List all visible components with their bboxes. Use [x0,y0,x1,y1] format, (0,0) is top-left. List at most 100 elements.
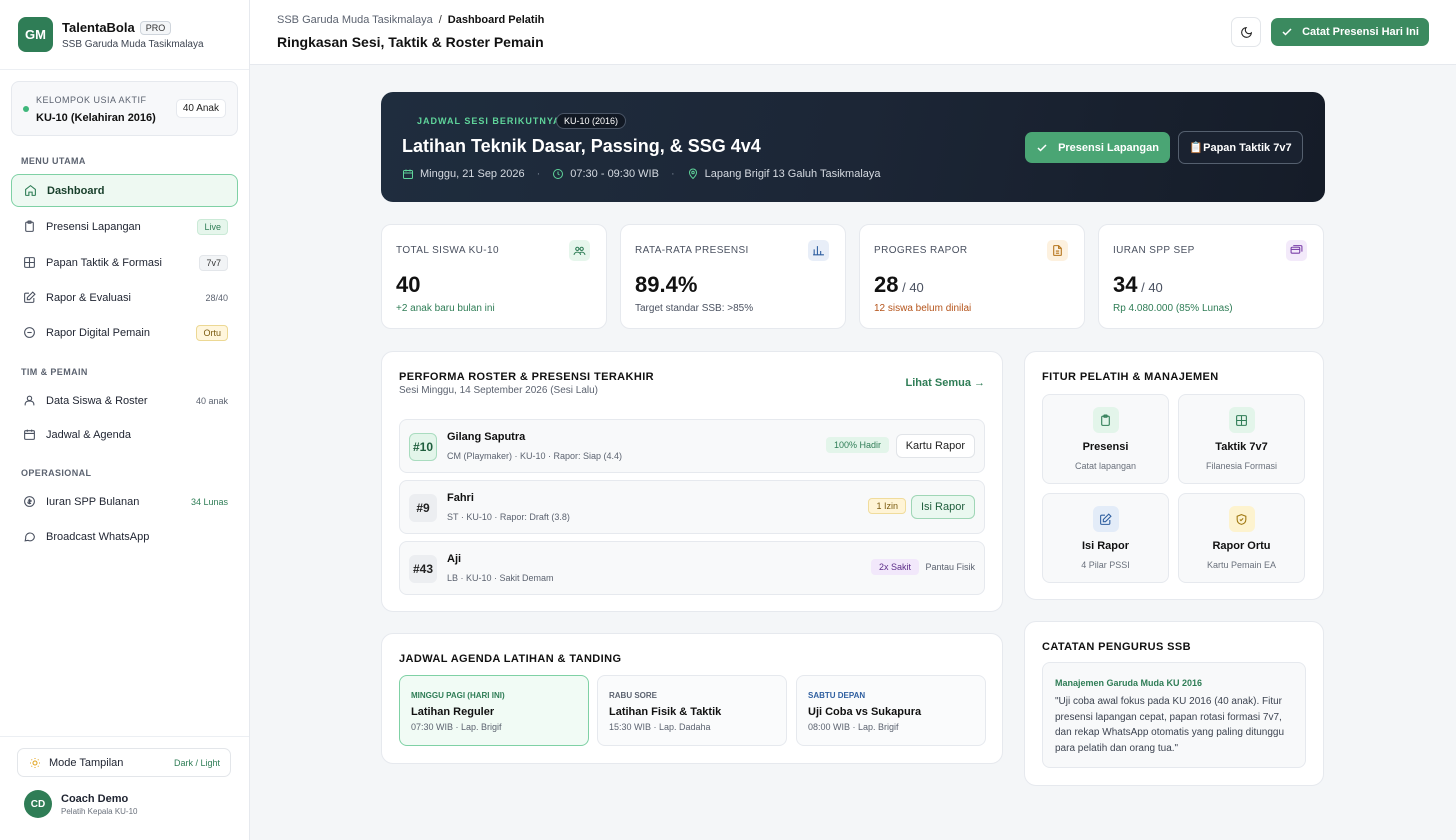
sidebar-item-iuran[interactable]: Iuran SPP Bulanan 34 Lunas [11,486,238,517]
record-attendance-label: Catat Presensi Hari Ini [1302,26,1419,38]
stat-subtext: Rp 4.080.000 (85% Lunas) [1113,303,1233,314]
sidebar-item-roster[interactable]: Data Siswa & Roster 40 anak [11,385,238,416]
note-text: "Uji coba awal fokus pada KU 2016 (40 an… [1055,696,1285,754]
sidebar-item-jadwal[interactable]: Jadwal & Agenda [11,419,238,450]
stat-card-report-progress: PROGRES RAPOR 28 / 40 12 siswa belum din… [859,224,1085,329]
sidebar-item-label: Broadcast WhatsApp [46,530,150,543]
pro-badge: PRO [139,20,172,35]
feature-tile-rapor-ortu[interactable]: Rapor Ortu Kartu Pemain EA [1178,493,1305,583]
brand-name: TalentaBola [62,19,135,35]
feature-title: Taktik 7v7 [1215,441,1268,453]
tactics-board-label: 📋Papan Taktik 7v7 [1189,142,1292,154]
card-icon [1286,240,1307,261]
sidebar-item-label: Jadwal & Agenda [46,428,132,441]
edit-icon [22,291,36,304]
sidebar-item-presensi[interactable]: Presensi Lapangan Live [11,211,238,242]
stat-value: 89.4% [635,272,698,297]
fill-report-button[interactable]: Isi Rapor [910,495,975,519]
agenda-card: JADWAL AGENDA LATIHAN & TANDING MINGGU P… [381,633,1003,764]
age-group-tag: KU-10 (2016) [556,113,627,129]
home-icon [23,184,37,197]
agenda-meta: 08:00 WIB · Lap. Brigif [808,722,899,732]
agenda-when: SABTU DEPAN [808,691,866,700]
feature-subtitle: Catat lapangan [1074,461,1137,471]
sidebar-item-rapor-digital[interactable]: Rapor Digital Pemain Ortu [11,317,238,348]
table-row[interactable]: #10 Gilang Saputra CM (Playmaker) · KU-1… [399,419,985,473]
sidebar-item-label: Papan Taktik & Formasi [46,256,162,269]
roster-count-badge: 40 anak [195,395,228,406]
user-role: Pelatih Kepala KU-10 [61,807,138,816]
stat-label: PROGRES RAPOR [874,245,968,256]
sidebar: GM TalentaBola PRO SSB Garuda Muda Tasikm… [0,0,250,840]
monitor-physical-link[interactable]: Pantau Fisik [925,562,975,572]
agenda-item[interactable]: RABU SORE Latihan Fisik & Taktik 15:30 W… [597,675,787,746]
clock-icon [552,168,564,180]
features-card: FITUR PELATIH & MANAJEMEN Presensi Catat… [1024,351,1324,600]
age-group-selector[interactable]: KELOMPOK USIA AKTIF KU-10 (Kelahiran 201… [11,81,238,136]
player-name: Aji [447,553,462,565]
see-all-link[interactable]: Lihat Semua → [906,377,985,389]
feature-tile-isi-rapor[interactable]: Isi Rapor 4 Pilar PSSI [1042,493,1169,583]
player-detail: CM (Playmaker) · KU-10 · Rapor: Siap (4.… [447,451,623,461]
stat-label: IURAN SPP SEP [1113,245,1195,256]
chat-icon [22,530,36,543]
breadcrumb-separator: / [438,14,442,26]
users-icon [22,394,36,407]
avatar[interactable]: CD [24,790,52,818]
player-detail: LB · KU-10 · Sakit Demam [447,573,554,583]
check-icon [1036,142,1048,154]
sidebar-item-rapor[interactable]: Rapor & Evaluasi 28/40 [11,282,238,313]
agenda-title: JADWAL AGENDA LATIHAN & TANDING [399,653,622,665]
features-title: FITUR PELATIH & MANAJEMEN [1042,371,1219,383]
record-attendance-button[interactable]: Catat Presensi Hari Ini [1271,18,1429,46]
brand-logo: GM [18,17,53,52]
sidebar-item-label: Rapor & Evaluasi [46,291,131,304]
sidebar-item-dashboard[interactable]: Dashboard [11,174,238,207]
clipboard-icon [22,220,36,233]
agenda-when: MINGGU PAGI (HARI INI) [411,691,505,700]
stat-subtext: +2 anak baru bulan ini [396,303,495,314]
feature-subtitle: Filanesia Formasi [1205,461,1278,471]
agenda-item[interactable]: SABTU DEPAN Uji Coba vs Sukapura 08:00 W… [796,675,986,746]
sidebar-item-label: Data Siswa & Roster [46,394,148,407]
section-label-main: MENU UTAMA [21,156,86,166]
dark-mode-button[interactable] [1231,17,1261,47]
grid-icon [22,256,36,269]
shield-icon [1228,506,1255,532]
tactics-board-button[interactable]: 📋Papan Taktik 7v7 [1178,131,1303,164]
session-title: Latihan Teknik Dasar, Passing, & SSG 4v4 [402,136,761,156]
agenda-item[interactable]: MINGGU PAGI (HARI INI) Latihan Reguler 0… [399,675,589,746]
feature-tile-taktik[interactable]: Taktik 7v7 Filanesia Formasi [1178,394,1305,484]
theme-mode-toggle[interactable]: Mode Tampilan Dark / Light [17,748,231,777]
rapor-count-badge: 28/40 [205,292,228,303]
breadcrumb-parent[interactable]: SSB Garuda Muda Tasikmalaya [277,14,433,26]
agenda-title-text: Latihan Fisik & Taktik [609,706,722,718]
agenda-meta: 07:30 WIB · Lap. Brigif [411,722,502,732]
table-row[interactable]: #43 Aji LB · KU-10 · Sakit Demam 2x Saki… [399,541,985,595]
jersey-number: #9 [409,494,437,522]
sidebar-item-taktik[interactable]: Papan Taktik & Formasi 7v7 [11,247,238,278]
next-session-banner: JADWAL SESI BERIKUTNYA KU-10 (2016) Lati… [381,92,1325,202]
user-name: Coach Demo [61,793,129,805]
note-author: Manajemen Garuda Muda KU 2016 [1055,678,1203,688]
feature-subtitle: 4 Pilar PSSI [1081,560,1130,570]
brand[interactable]: GM TalentaBola PRO SSB Garuda Muda Tasikm… [18,17,204,52]
field-attendance-button[interactable]: Presensi Lapangan [1025,132,1170,163]
grid-icon [1228,407,1255,433]
feature-tile-presensi[interactable]: Presensi Catat lapangan [1042,394,1169,484]
mode-value: Dark / Light [173,757,220,768]
stat-value: 28 / 40 [874,272,924,297]
section-label-ops: OPERASIONAL [21,468,92,478]
stat-card-attendance: RATA-RATA PRESENSI 89.4% Target standar … [620,224,846,329]
notes-title: CATATAN PENGURUS SSB [1042,641,1191,653]
table-row[interactable]: #9 Fahri ST · KU-10 · Rapor: Draft (3.8)… [399,480,985,534]
sidebar-item-label: Iuran SPP Bulanan [46,495,140,508]
sick-badge: 2x Sakit [870,559,919,575]
feature-title: Isi Rapor [1081,540,1130,552]
jersey-number: #43 [409,555,437,583]
sidebar-item-broadcast[interactable]: Broadcast WhatsApp [11,521,238,552]
top-bar: SSB Garuda Muda Tasikmalaya / Dashboard Pe… [250,0,1456,65]
page-title: Ringkasan Sesi, Taktik & Roster Pemain [277,34,544,50]
live-badge: Live [197,218,228,235]
report-card-button[interactable]: Kartu Rapor [895,434,975,458]
